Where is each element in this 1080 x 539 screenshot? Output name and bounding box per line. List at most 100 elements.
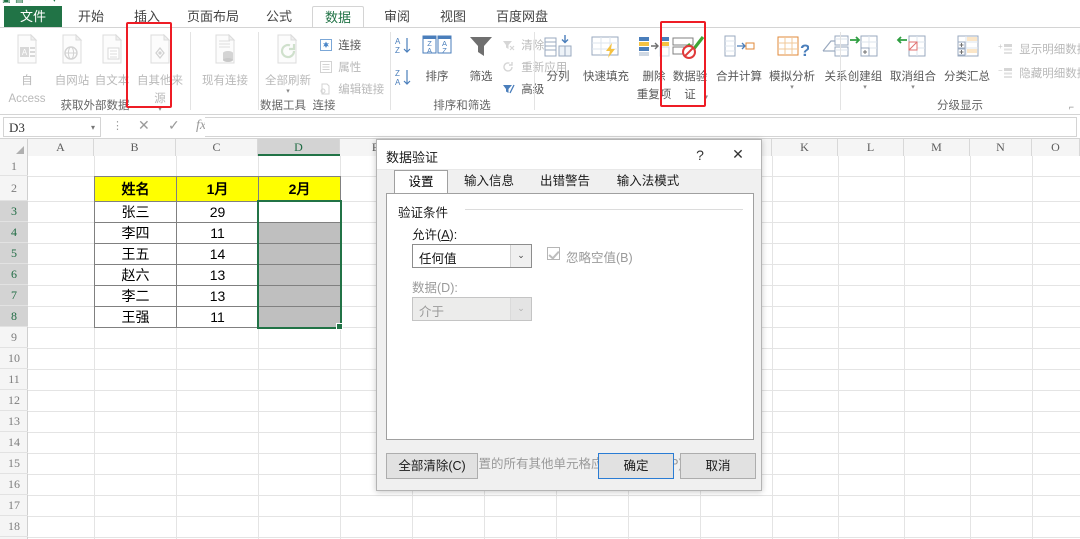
clear-all-button[interactable]: 全部清除(C) bbox=[386, 453, 478, 479]
chevron-down-icon[interactable]: ▾ bbox=[766, 84, 818, 91]
ok-button[interactable]: 确定 bbox=[598, 453, 674, 479]
row-header-2[interactable]: 2 bbox=[0, 176, 28, 201]
hide-detail-button[interactable]: − 隐藏明细数据 bbox=[998, 65, 1080, 82]
chevron-down-icon[interactable]: ▾ bbox=[886, 84, 940, 91]
data-validation-button[interactable]: 数据验 证 ▾ bbox=[668, 34, 712, 103]
subtotal-button[interactable]: 分类汇总 bbox=[940, 34, 994, 85]
ungroup-button[interactable]: 取消组合 ▾ bbox=[886, 34, 940, 91]
cell-C8[interactable]: 11 bbox=[176, 306, 259, 328]
edit-links-button[interactable]: 编辑链接 bbox=[320, 81, 384, 98]
row-header-3[interactable]: 3 bbox=[0, 201, 28, 222]
enter-formula-icon[interactable]: ✓ bbox=[168, 118, 180, 135]
sort-descending-button[interactable]: Z A bbox=[394, 68, 412, 93]
from-web-button[interactable]: 自网站 bbox=[52, 33, 92, 89]
text-to-columns-button[interactable]: 分列 bbox=[538, 34, 578, 85]
refresh-all-button[interactable]: 全部刷新 ▾ bbox=[260, 33, 316, 95]
close-icon[interactable]: ✕ bbox=[721, 144, 755, 166]
row-header-1[interactable]: 1 bbox=[0, 156, 28, 176]
cell-B6[interactable]: 赵六 bbox=[94, 264, 177, 286]
chevron-down-icon[interactable]: ▾ bbox=[260, 88, 316, 95]
column-header-B[interactable]: B bbox=[94, 139, 176, 156]
row-header-6[interactable]: 6 bbox=[0, 264, 28, 285]
dialog-titlebar[interactable]: 数据验证 ? ✕ bbox=[377, 140, 761, 170]
row-header-14[interactable]: 14 bbox=[0, 432, 28, 453]
tab-formulas[interactable]: 公式 bbox=[256, 6, 302, 28]
what-if-analysis-button[interactable]: ? 模拟分析 ▾ bbox=[766, 34, 818, 91]
tab-view[interactable]: 视图 bbox=[430, 6, 476, 28]
row-header-17[interactable]: 17 bbox=[0, 495, 28, 516]
properties-button[interactable]: 属性 bbox=[320, 59, 361, 76]
cell-B8[interactable]: 王强 bbox=[94, 306, 177, 328]
row-header-7[interactable]: 7 bbox=[0, 285, 28, 306]
cell-D6[interactable] bbox=[258, 264, 341, 286]
row-header-18[interactable]: 18 bbox=[0, 516, 28, 537]
cell-C5[interactable]: 14 bbox=[176, 243, 259, 265]
chevron-down-icon[interactable]: ⌄ bbox=[510, 245, 531, 267]
dialog-tab-error-alert[interactable]: 出错警告 bbox=[528, 170, 602, 194]
cell-B5[interactable]: 王五 bbox=[94, 243, 177, 265]
group-button[interactable]: 创建组 ▾ bbox=[844, 34, 886, 91]
chevron-down-icon[interactable]: ▾ bbox=[844, 84, 886, 91]
column-header-C[interactable]: C bbox=[176, 139, 258, 156]
column-header-M[interactable]: M bbox=[904, 139, 970, 156]
cancel-formula-icon[interactable]: ✕ bbox=[138, 118, 150, 135]
tab-review[interactable]: 审阅 bbox=[374, 6, 420, 28]
dialog-tab-input-message[interactable]: 输入信息 bbox=[452, 170, 526, 194]
existing-connections-button[interactable]: 现有连接 bbox=[194, 33, 256, 89]
allow-dropdown[interactable]: 任何值 ⌄ bbox=[412, 244, 532, 268]
column-header-O[interactable]: O bbox=[1032, 139, 1080, 156]
dialog-tab-ime-mode[interactable]: 输入法模式 bbox=[604, 170, 692, 194]
tab-baidu-netdisk[interactable]: 百度网盘 bbox=[486, 6, 558, 28]
column-header-L[interactable]: L bbox=[838, 139, 904, 156]
cell-D2[interactable]: 2月 bbox=[258, 176, 341, 202]
row-header-10[interactable]: 10 bbox=[0, 348, 28, 369]
cell-D8[interactable] bbox=[258, 306, 341, 328]
consolidate-button[interactable]: 合并计算 bbox=[712, 34, 766, 85]
outline-dialog-launcher[interactable]: ⌐ bbox=[1069, 102, 1074, 112]
cell-C7[interactable]: 13 bbox=[176, 285, 259, 307]
ignore-blank-checkbox[interactable] bbox=[547, 247, 560, 260]
cell-D5[interactable] bbox=[258, 243, 341, 265]
tab-page-layout[interactable]: 页面布局 bbox=[178, 6, 248, 28]
show-detail-button[interactable]: + 显示明细数据 bbox=[998, 41, 1080, 58]
cell-B2[interactable]: 姓名 bbox=[94, 176, 177, 202]
ignore-blank-row[interactable]: 忽略空值(B) bbox=[547, 247, 687, 265]
row-header-9[interactable]: 9 bbox=[0, 327, 28, 348]
filter-button[interactable]: 筛选 bbox=[460, 34, 502, 85]
formula-input[interactable] bbox=[205, 117, 1077, 137]
cell-C4[interactable]: 11 bbox=[176, 222, 259, 244]
sort-button[interactable]: Z A A Z 排序 bbox=[416, 34, 458, 85]
sort-ascending-button[interactable]: A Z bbox=[394, 36, 412, 59]
connections-button[interactable]: 连接 bbox=[320, 37, 361, 54]
row-header-8[interactable]: 8 bbox=[0, 306, 28, 327]
chevron-down-icon[interactable]: ▾ bbox=[91, 118, 95, 137]
name-box[interactable]: D3 ▾ bbox=[3, 117, 101, 137]
cell-D3[interactable] bbox=[258, 201, 341, 223]
help-icon[interactable]: ? bbox=[687, 144, 713, 166]
dialog-tab-settings[interactable]: 设置 bbox=[394, 170, 448, 194]
tab-insert[interactable]: 插入 bbox=[124, 6, 170, 28]
cell-B4[interactable]: 李四 bbox=[94, 222, 177, 244]
row-header-13[interactable]: 13 bbox=[0, 411, 28, 432]
formula-bar-handle[interactable]: ⋮ bbox=[112, 119, 123, 134]
cell-C2[interactable]: 1月 bbox=[176, 176, 259, 202]
column-header-A[interactable]: A bbox=[28, 139, 94, 156]
row-header-4[interactable]: 4 bbox=[0, 222, 28, 243]
row-header-11[interactable]: 11 bbox=[0, 369, 28, 390]
column-header-K[interactable]: K bbox=[772, 139, 838, 156]
column-header-N[interactable]: N bbox=[970, 139, 1032, 156]
tab-file[interactable]: 文件 bbox=[4, 6, 62, 28]
cell-C6[interactable]: 13 bbox=[176, 264, 259, 286]
tab-home[interactable]: 开始 bbox=[68, 6, 114, 28]
from-text-button[interactable]: 自文本 bbox=[92, 33, 132, 89]
cancel-button[interactable]: 取消 bbox=[680, 453, 756, 479]
cell-C3[interactable]: 29 bbox=[176, 201, 259, 223]
row-header-5[interactable]: 5 bbox=[0, 243, 28, 264]
cell-B7[interactable]: 李二 bbox=[94, 285, 177, 307]
cell-D4[interactable] bbox=[258, 222, 341, 244]
row-header-16[interactable]: 16 bbox=[0, 474, 28, 495]
data-dropdown[interactable]: 介于 ⌄ bbox=[412, 297, 532, 321]
flash-fill-button[interactable]: 快速填充 bbox=[580, 34, 632, 85]
chevron-down-icon[interactable]: ▾ bbox=[704, 94, 708, 101]
row-header-12[interactable]: 12 bbox=[0, 390, 28, 411]
